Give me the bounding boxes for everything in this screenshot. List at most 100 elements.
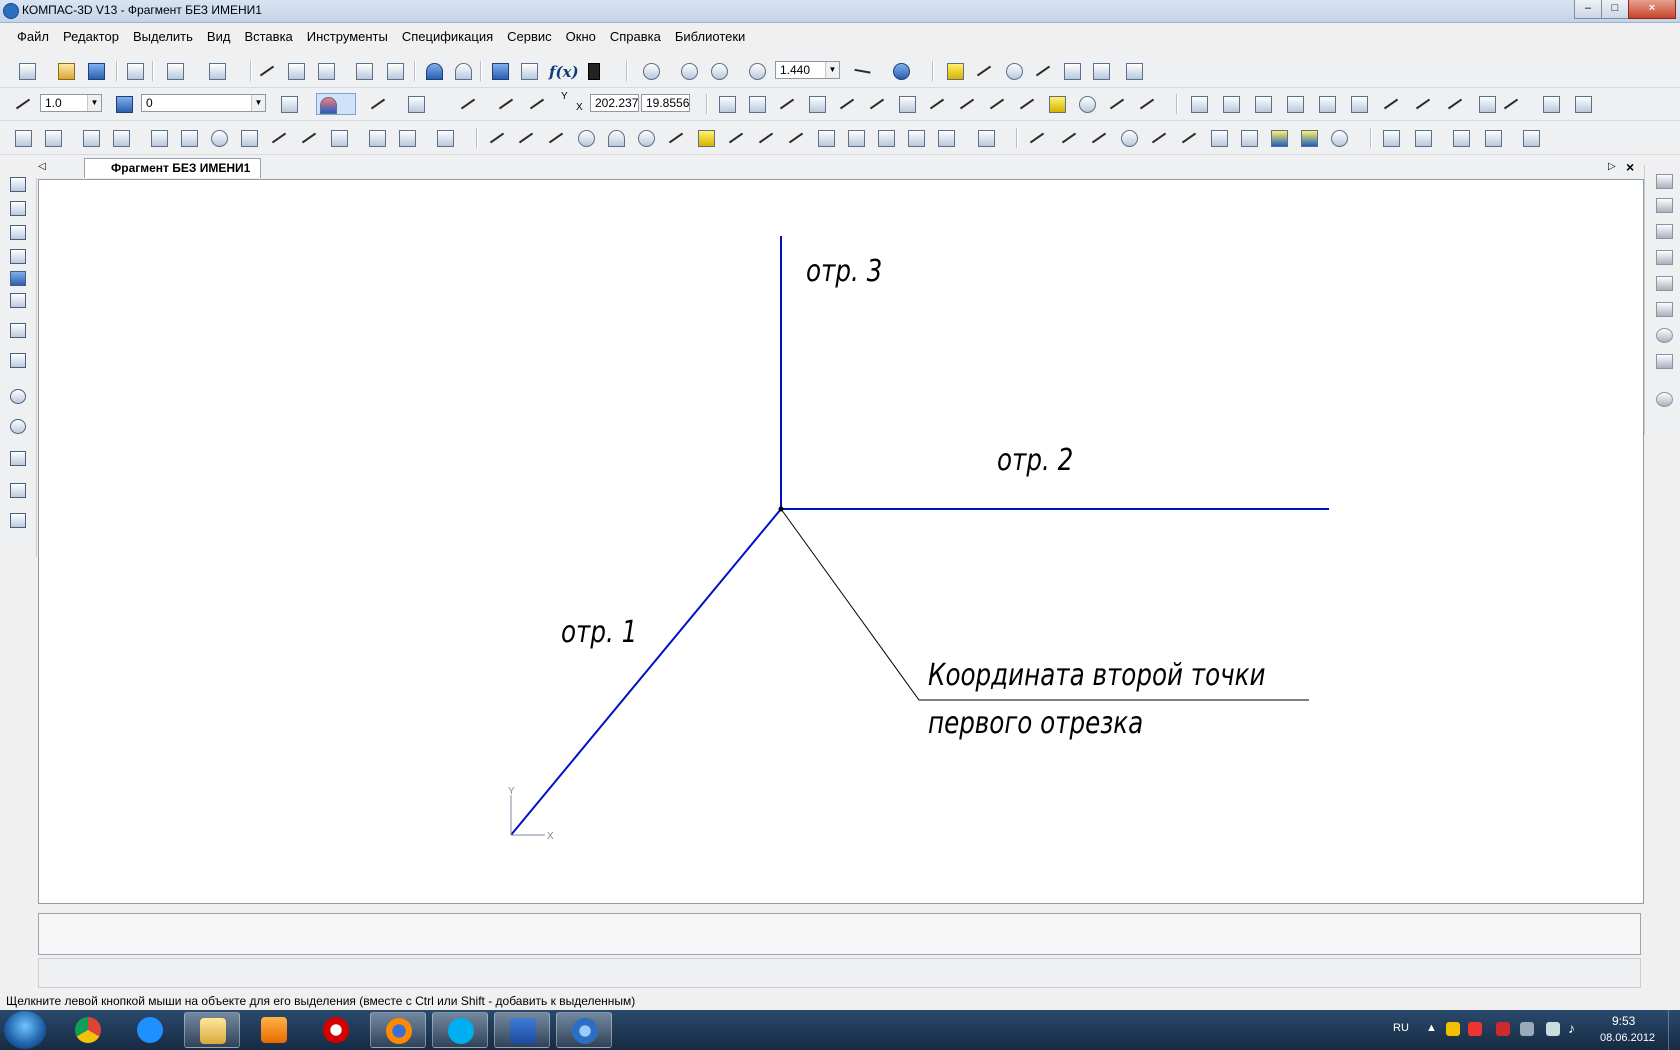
manager-button[interactable]	[206, 60, 228, 82]
special-control-panel[interactable]	[38, 958, 1641, 988]
preview-button[interactable]	[164, 60, 186, 82]
snap-magnet-button[interactable]	[316, 93, 356, 115]
tabs-scroll-right-icon[interactable]: ▷	[1608, 161, 1616, 172]
styles-tab-icon[interactable]	[8, 511, 28, 529]
angular-dim-icon[interactable]	[1148, 127, 1170, 149]
points-icon[interactable]	[110, 127, 132, 149]
copy-icon[interactable]	[285, 60, 307, 82]
start-button[interactable]	[4, 1011, 46, 1049]
close-button[interactable]: ×	[1628, 0, 1676, 19]
height-dim-icon[interactable]	[1238, 127, 1260, 149]
undo-button[interactable]	[423, 60, 445, 82]
center-mark-icon[interactable]	[1076, 93, 1098, 115]
insert-view-icon[interactable]	[396, 127, 418, 149]
ortho-line-icon[interactable]	[495, 93, 517, 115]
menu-file[interactable]: Файл	[10, 24, 56, 44]
spec-tab-icon[interactable]	[8, 351, 28, 369]
surface-5-icon[interactable]	[1653, 273, 1675, 293]
open-button[interactable]	[55, 60, 77, 82]
media-icon[interactable]	[246, 1012, 302, 1048]
layer-icon[interactable]	[113, 93, 135, 115]
clock-date[interactable]: 08.06.2012	[1600, 1032, 1655, 1044]
dashed-line-icon[interactable]	[1016, 93, 1038, 115]
segment-1[interactable]	[510, 508, 782, 836]
surface-2-icon[interactable]	[1653, 195, 1675, 215]
ie-icon[interactable]	[122, 1012, 178, 1048]
library-manager-button[interactable]	[518, 60, 540, 82]
dim-help-icon[interactable]	[1328, 127, 1350, 149]
geometry-tab-icon[interactable]	[8, 175, 28, 193]
menu-insert[interactable]: Вставка	[237, 24, 299, 44]
chrome-icon[interactable]	[60, 1012, 116, 1048]
copy-transform-icon[interactable]	[1316, 93, 1338, 115]
tray-app-icon[interactable]	[1446, 1022, 1460, 1036]
annotations-icon[interactable]	[148, 127, 170, 149]
measure-radius-icon[interactable]	[1003, 60, 1025, 82]
deform-icon[interactable]	[1348, 93, 1370, 115]
position-leader-icon[interactable]	[866, 93, 888, 115]
vertical-dim-icon[interactable]	[1058, 127, 1080, 149]
surface-9-icon[interactable]	[1653, 389, 1675, 409]
skype-icon[interactable]	[432, 1012, 488, 1048]
auto-line-icon[interactable]	[695, 127, 717, 149]
fill-icon[interactable]	[935, 127, 957, 149]
broken-line-icon[interactable]	[1136, 93, 1158, 115]
select-tab-icon[interactable]	[8, 321, 28, 339]
print-button[interactable]	[124, 60, 146, 82]
firefox-icon[interactable]	[370, 1012, 426, 1048]
spec-panel-icon[interactable]	[298, 127, 320, 149]
close-document-icon[interactable]: ×	[1626, 159, 1634, 175]
trim-icon[interactable]	[1380, 93, 1402, 115]
menu-window[interactable]: Окно	[559, 24, 603, 44]
redo-button[interactable]	[452, 60, 474, 82]
chamfer-icon[interactable]	[1476, 93, 1498, 115]
delete-red-icon[interactable]	[1500, 93, 1522, 115]
rectangle-icon[interactable]	[815, 127, 837, 149]
tab-fragment[interactable]: Фрагмент БЕЗ ИМЕНИ1	[84, 158, 262, 178]
explorer-icon[interactable]	[184, 1012, 240, 1048]
note-line-2[interactable]: первого отрезка	[928, 707, 1143, 741]
smart-dim-icon[interactable]	[1298, 127, 1320, 149]
language-indicator[interactable]: RU	[1393, 1022, 1409, 1034]
mirror-icon[interactable]	[1284, 93, 1306, 115]
rebuild-icon[interactable]	[1572, 93, 1594, 115]
tray-flag-icon[interactable]	[1468, 1022, 1482, 1036]
radial-dim-icon[interactable]	[1118, 127, 1140, 149]
datum-icon[interactable]	[956, 93, 978, 115]
shift-icon[interactable]	[1188, 93, 1210, 115]
properties-icon[interactable]	[384, 60, 406, 82]
zoom-level-select[interactable]: 1.440 ▼	[775, 61, 840, 79]
maximize-button[interactable]: □	[1601, 0, 1629, 19]
dimensions-tab-icon[interactable]	[8, 199, 28, 217]
dimensions-panel-icon[interactable]	[42, 127, 64, 149]
paste-icon[interactable]	[315, 60, 337, 82]
break-icon[interactable]	[1046, 93, 1068, 115]
measure-tab-icon[interactable]	[8, 291, 28, 309]
surface-4-icon[interactable]	[1653, 247, 1675, 267]
edit-geometry-icon[interactable]	[208, 127, 230, 149]
polygon-icon[interactable]	[845, 127, 867, 149]
leader-icon[interactable]	[836, 93, 858, 115]
measure-area-icon[interactable]	[1061, 60, 1083, 82]
mass-properties-icon[interactable]	[1123, 60, 1145, 82]
zoom-in-icon[interactable]	[678, 60, 700, 82]
text-tool-icon[interactable]	[716, 93, 738, 115]
views-icon[interactable]	[366, 127, 388, 149]
assoc-view-icon[interactable]	[1450, 127, 1472, 149]
current-layer-select[interactable]: 0 ▼	[141, 94, 266, 112]
new-document-button[interactable]	[16, 60, 38, 82]
marking-icon[interactable]	[896, 93, 918, 115]
tray-device-icon[interactable]	[1520, 1022, 1534, 1036]
tree-panel-button[interactable]	[489, 60, 511, 82]
views-tab-icon[interactable]	[8, 449, 28, 467]
coord-y-field[interactable]: 19.8556	[641, 94, 690, 112]
line-scale-select[interactable]: 1.0 ▼	[40, 94, 102, 112]
coord-x-field[interactable]: 202.237	[590, 94, 639, 112]
format-brush-icon[interactable]	[353, 60, 375, 82]
extend-icon[interactable]	[1412, 93, 1434, 115]
measure-angle-icon[interactable]	[1032, 60, 1054, 82]
zoom-fit-icon[interactable]	[708, 60, 730, 82]
surface-3-icon[interactable]	[1653, 221, 1675, 241]
label-segment-3[interactable]: отр. 3	[806, 255, 882, 289]
show-desktop-button[interactable]	[1668, 1010, 1680, 1050]
